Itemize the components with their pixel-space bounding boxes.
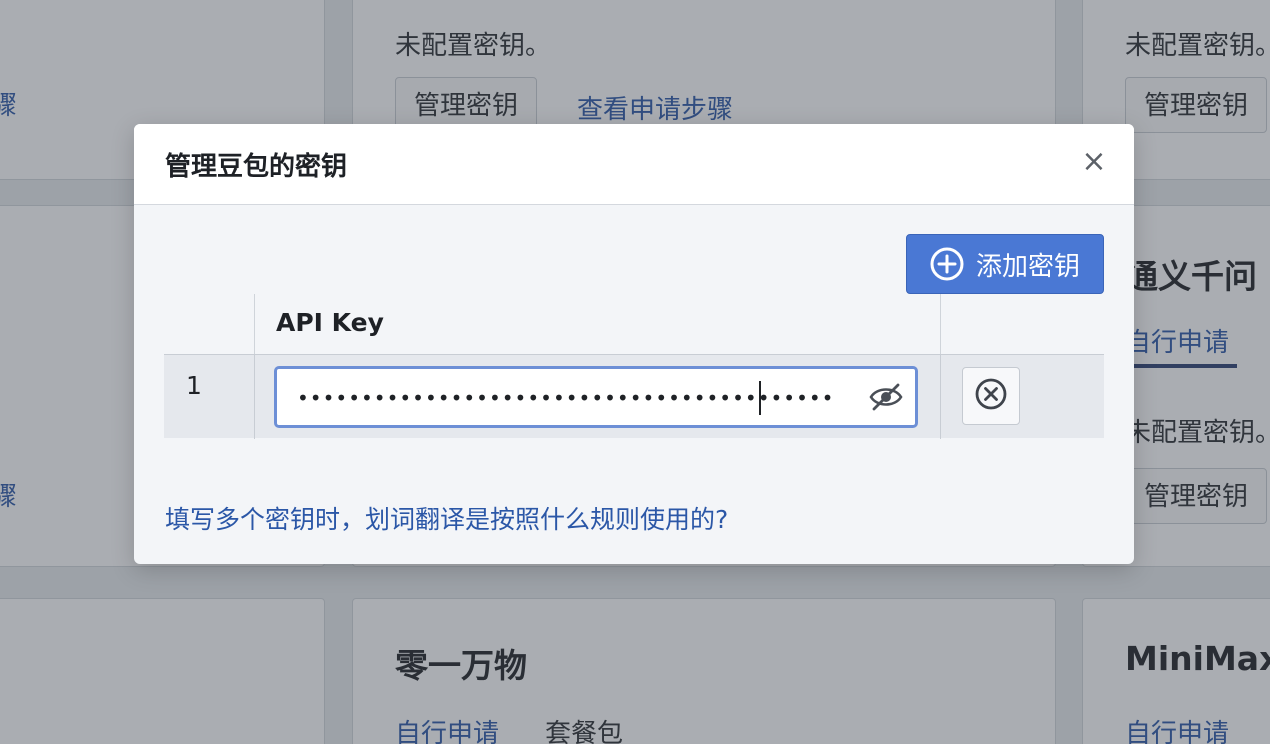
add-key-button[interactable]: 添加密钥 [906, 234, 1104, 294]
x-circle-icon [974, 377, 1008, 415]
table-row: 1 ••••••••••••••••••••••••••••••••••••••… [164, 354, 1104, 439]
multi-key-rules-help-link[interactable]: 填写多个密钥时，划词翻译是按照什么规则使用的? [165, 500, 728, 536]
add-key-label: 添加密钥 [975, 251, 1080, 282]
row-index: 1 [186, 371, 202, 400]
plus-circle-icon [930, 247, 964, 281]
dialog-header: 管理豆包的密钥 × [134, 124, 1134, 205]
column-header-api-key: API Key [276, 308, 384, 337]
close-icon[interactable]: × [1080, 147, 1108, 177]
settings-page: 骤 未配置密钥。 管理密钥 查看申请步骤 未配置密钥。 管理密钥 骤 通义千问 … [0, 0, 1270, 744]
column-divider [254, 294, 255, 354]
api-key-masked-value: ••••••••••••••••••••••••••••••••••••••••… [297, 386, 835, 410]
eye-off-icon[interactable] [869, 382, 903, 412]
manage-keys-dialog: 管理豆包的密钥 × 添加密钥 API Key 1 •••••••••••••••… [134, 124, 1134, 564]
column-divider [254, 355, 255, 439]
column-divider [940, 355, 941, 439]
text-caret [759, 381, 761, 415]
delete-key-button[interactable] [962, 367, 1020, 425]
api-key-input[interactable]: ••••••••••••••••••••••••••••••••••••••••… [274, 366, 918, 428]
column-divider [940, 294, 941, 354]
dialog-title: 管理豆包的密钥 [165, 152, 348, 182]
